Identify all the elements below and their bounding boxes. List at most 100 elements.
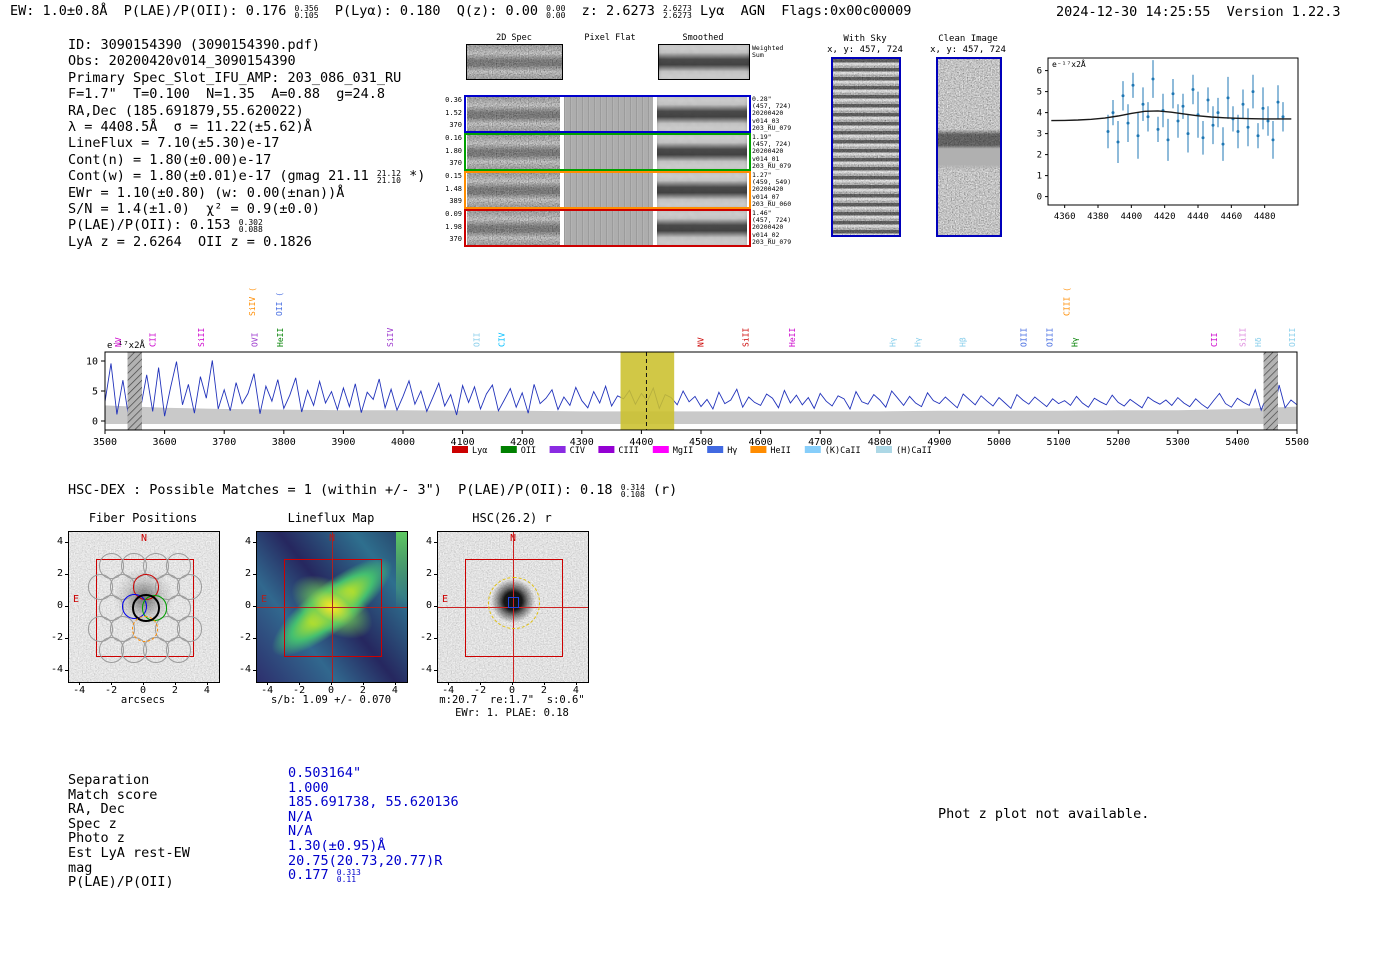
spec2d-row [464, 133, 751, 171]
legend-label: (H)CaII [896, 446, 932, 456]
text-segment: N/A [288, 808, 313, 825]
info-line: Cont(w) = 1.80(±0.01)e-17 (gmag 21.11 21… [68, 168, 426, 186]
y-tick-label: 6 [1037, 67, 1042, 77]
x-tick-label: 0 [139, 685, 147, 696]
match-label: Est LyA rest-EW [68, 845, 190, 861]
text-segment: 0.177 [288, 867, 337, 884]
emission-line-label: Hδ [1254, 337, 1263, 347]
col-header-smoothed: Smoothed [682, 33, 724, 43]
emission-line-label: SiIV [386, 328, 395, 347]
text-segment: Cont(n) = 1.80(±0.00)e-17 [68, 151, 272, 168]
y-tick-label: 0 [244, 600, 251, 611]
text-segment: λ = 4408.5Å σ = 11.22(±5.62)Å [68, 119, 312, 135]
data-point [1201, 136, 1205, 140]
tick-mark [79, 682, 81, 685]
trace-overlay [467, 97, 560, 131]
x-tick-label: 0 [327, 685, 335, 696]
y-tick-label: -2 [419, 631, 432, 643]
text-segment: P(Lyα): 0.180 Q(z): 0.00 [318, 3, 547, 19]
row-metric: 370 [449, 159, 462, 167]
data-point [1171, 92, 1175, 96]
fiber-circle [165, 637, 192, 663]
data-point [1216, 111, 1220, 115]
fiber-panel-title: Fiber Positions [88, 511, 198, 525]
match-label: RA, Dec [68, 801, 125, 818]
tick-mark [253, 606, 256, 607]
data-point [1211, 123, 1215, 127]
y-axis-label: e⁻¹⁷x2Å [1052, 58, 1086, 69]
legend-label: CIV [570, 446, 585, 456]
data-point [1246, 125, 1250, 129]
data-point [1266, 119, 1270, 123]
x-tick-label: -2 [105, 685, 118, 696]
fiber-stripes-overlay [833, 59, 899, 235]
match-value: 1.000 [288, 780, 329, 796]
emission-line-label: OII [472, 332, 481, 347]
match-label: Spec z [68, 815, 117, 832]
compass-east: E [442, 594, 449, 605]
x-tick-label: 4480 [1254, 212, 1276, 222]
emission-line-label: CII [1210, 332, 1219, 347]
emission-line-label: Hγ [913, 337, 922, 347]
spec2d-strip [564, 97, 653, 131]
info-line: λ = 4408.5Å σ = 11.22(±5.62)Å [68, 119, 312, 135]
text-segment: Cont(w) = 1.80(±0.01)e-17 (gmag 21.11 [68, 168, 377, 185]
spec2d-strip [564, 211, 653, 245]
text-segment: 1.30(±0.95)Å [288, 838, 386, 854]
y-tick-label: 4 [244, 536, 251, 548]
legend-swatch [452, 446, 468, 453]
lineflux-map-panel: NE [256, 531, 408, 683]
emission-line-label: OIII [1288, 328, 1297, 347]
data-point [1256, 134, 1260, 138]
x-tick-label: 5400 [1225, 437, 1249, 448]
emission-line-label: CIV [497, 332, 506, 347]
tick-mark [65, 669, 68, 671]
spec2d-strip [467, 97, 560, 131]
row-metric: 0.16 [445, 134, 462, 142]
emission-line-label: Hγ [888, 337, 897, 347]
sup-sub-fraction: 21.12 21.10 [376, 169, 401, 186]
match-value: 185.691738, 55.620136 [288, 794, 459, 810]
emission-line-label: SiII [197, 328, 206, 347]
row-metric: 1.48 [445, 184, 462, 193]
legend-swatch [707, 446, 724, 453]
y-tick-label: -2 [50, 631, 63, 643]
text-segment: HSC-DEX : Possible Matches = 1 (within +… [68, 482, 621, 498]
legend-label: OII [521, 446, 536, 456]
data-point [1251, 90, 1255, 94]
legend-label: (K)CaII [825, 446, 861, 456]
x-tick-label: -2 [293, 685, 306, 696]
y-tick-label: 0 [56, 600, 63, 611]
legend-swatch [652, 446, 669, 453]
text-segment: z: 2.6273 [565, 3, 663, 19]
data-point [1151, 77, 1155, 81]
trace-overlay [657, 173, 747, 207]
legend-label: Lyα [472, 446, 487, 456]
emission-line-label: OII ( [275, 292, 284, 316]
hsc-image-panel: NE [437, 531, 589, 683]
y-tick-label: -4 [50, 663, 63, 675]
text-segment: *) [400, 168, 426, 185]
row-metric: 370 [449, 235, 462, 243]
data-point [1126, 121, 1130, 125]
y-tick-label: 2 [244, 568, 251, 580]
hsc-panel-title: HSC(26.2) r [472, 511, 552, 525]
row-metric: 0.36 [445, 96, 462, 104]
spectrum-line [104, 358, 1298, 419]
date-version: 2024-12-30 14:25:55 Version 1.22.3 [1056, 4, 1341, 20]
data-point [1131, 83, 1135, 87]
x-tick-label: -4 [442, 685, 455, 696]
y-tick-label: 5 [92, 387, 98, 398]
data-point [1226, 96, 1230, 100]
spec2d-strip [657, 173, 747, 207]
tick-mark [543, 682, 545, 685]
tick-mark [575, 682, 577, 685]
legend-swatch [549, 446, 566, 453]
emission-line-label: SiII [742, 328, 751, 347]
lineflux-panel-title: Lineflux Map [287, 511, 375, 525]
sup-sub-fraction: 2.6273 2.6273 [662, 4, 692, 20]
x-tick-label: -4 [73, 685, 86, 696]
hsc-match-header: HSC-DEX : Possible Matches = 1 (within +… [68, 482, 677, 499]
x-tick-label: 4460 [1220, 212, 1242, 222]
legend-label: MgII [673, 446, 693, 456]
